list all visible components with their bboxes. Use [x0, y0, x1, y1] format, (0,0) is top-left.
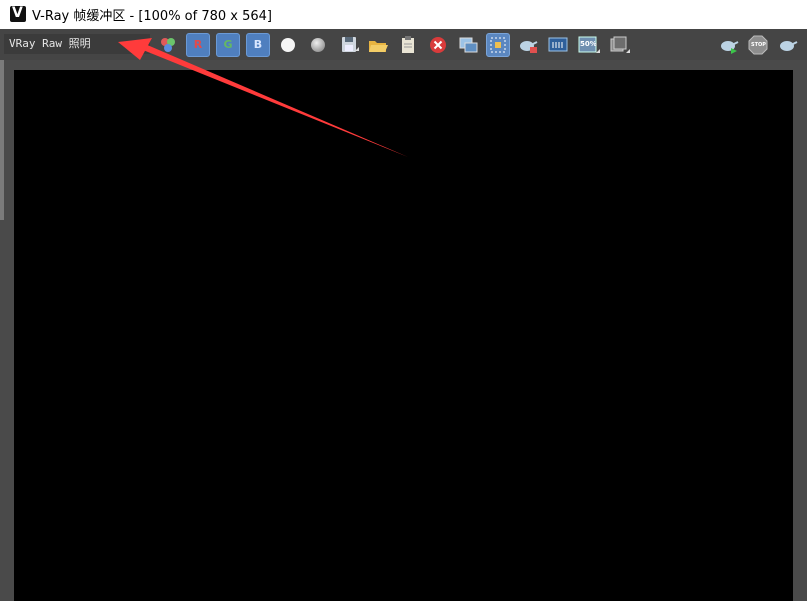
channel-select-value: VRay Raw 照明 [9, 37, 91, 50]
history-icon[interactable] [606, 33, 630, 57]
color-channels-icon[interactable] [156, 33, 180, 57]
mono-white-icon[interactable] [276, 33, 300, 57]
chevron-down-icon[interactable]: ▼ [140, 34, 145, 54]
save-icon[interactable] [337, 33, 361, 57]
render-area [14, 70, 793, 601]
mono-gray-icon[interactable] [306, 33, 330, 57]
track-mouse-icon[interactable] [516, 33, 540, 57]
left-edge-artifact [0, 60, 4, 220]
show-red-channel-button[interactable]: R [186, 33, 210, 57]
window-title: V-Ray 帧缓冲区 - [100% of 780 x 564] [32, 9, 273, 24]
show-green-channel-button[interactable]: G [216, 33, 240, 57]
vray-logo-icon: V [10, 5, 26, 22]
display-correction-icon[interactable] [546, 33, 570, 57]
channel-select[interactable]: VRay Raw 照明 ▼ [4, 34, 150, 54]
toolbar: VRay Raw 照明 ▼ R G B 50% STOP [0, 29, 807, 61]
show-blue-channel-button[interactable]: B [246, 33, 270, 57]
open-folder-icon[interactable] [366, 33, 390, 57]
copy-to-max-icon[interactable] [456, 33, 480, 57]
render-teapot-icon[interactable] [717, 33, 741, 57]
render-top-border [14, 60, 793, 70]
clear-image-icon[interactable] [426, 33, 450, 57]
clipboard-icon[interactable] [396, 33, 420, 57]
region-render-icon[interactable] [486, 33, 510, 57]
title-bar: V V-Ray 帧缓冲区 - [100% of 780 x 564] [0, 0, 807, 29]
render-last-icon[interactable] [776, 33, 800, 57]
zoom-50-icon[interactable]: 50% [576, 33, 600, 57]
stop-icon[interactable]: STOP [746, 33, 770, 57]
right-border [793, 60, 807, 601]
